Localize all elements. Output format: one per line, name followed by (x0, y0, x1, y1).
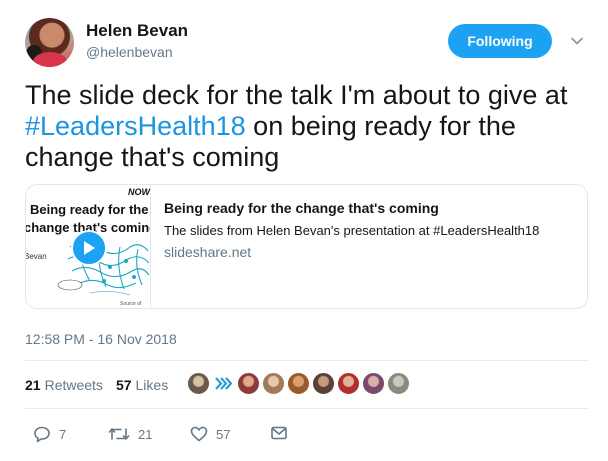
tweet-text-before: The slide deck for the talk I'm about to… (25, 80, 568, 110)
thumbnail-line1: Being ready for the (30, 202, 149, 217)
liker-avatar[interactable] (187, 372, 210, 395)
reply-count: 7 (59, 426, 67, 442)
following-button[interactable]: Following (448, 24, 552, 58)
play-icon[interactable] (71, 230, 107, 266)
card-title[interactable]: Being ready for the change that's coming (164, 200, 439, 216)
user-name[interactable]: Helen Bevan (86, 21, 188, 41)
direct-message-button[interactable] (270, 425, 288, 441)
heart-icon (190, 426, 208, 442)
liker-avatar[interactable] (337, 372, 360, 395)
tweet-timestamp[interactable]: 12:58 PM - 16 Nov 2018 (25, 331, 177, 347)
arrows-logo-icon (215, 377, 232, 390)
likes-stat[interactable]: 57 Likes (116, 377, 168, 393)
tweet-actions: 7 21 57 (0, 423, 608, 447)
likers-avatars (187, 372, 412, 395)
likes-count: 57 (115, 377, 132, 393)
tweet-text: The slide deck for the talk I'm about to… (25, 80, 595, 173)
liker-avatar[interactable] (387, 372, 410, 395)
liker-avatar[interactable] (237, 372, 260, 395)
liker-avatar[interactable] (312, 372, 335, 395)
chevron-down-icon[interactable] (570, 34, 584, 48)
like-button[interactable]: 57 (190, 425, 230, 443)
liker-avatar[interactable] (262, 372, 285, 395)
tweet-stats: 21 Retweets 57 Likes (25, 377, 168, 393)
envelope-icon (271, 426, 287, 440)
link-card[interactable]: NOW Being ready for the change that's co… (25, 184, 588, 309)
divider (25, 408, 588, 409)
card-domain: slideshare.net (164, 244, 252, 260)
likes-label: Likes (135, 377, 169, 393)
card-description: The slides from Helen Bevan's presentati… (164, 223, 540, 238)
avatar[interactable] (25, 18, 74, 67)
retweets-count: 21 (25, 377, 41, 393)
hashtag-link[interactable]: #LeadersHealth18 (25, 111, 246, 141)
liker-avatar[interactable] (287, 372, 310, 395)
thumbnail-presenter: Bevan (26, 252, 47, 261)
reply-button[interactable]: 7 (33, 425, 66, 443)
like-count: 57 (216, 426, 231, 442)
reply-icon (34, 426, 50, 443)
thumbnail-corner-text: NOW (128, 187, 150, 197)
retweets-label: Retweets (44, 377, 103, 393)
divider (25, 360, 588, 361)
liker-avatar-arrows-logo[interactable] (212, 372, 235, 395)
thumbnail-source: Source of image (120, 301, 142, 308)
card-thumbnail[interactable]: NOW Being ready for the change that's co… (26, 185, 151, 308)
liker-avatar[interactable] (362, 372, 385, 395)
retweets-stat[interactable]: 21 Retweets (25, 377, 103, 393)
shirt (33, 52, 67, 67)
user-handle[interactable]: @helenbevan (86, 44, 173, 60)
retweet-count: 21 (138, 426, 153, 442)
retweet-button[interactable]: 21 (108, 425, 152, 443)
retweet-icon (108, 428, 130, 440)
